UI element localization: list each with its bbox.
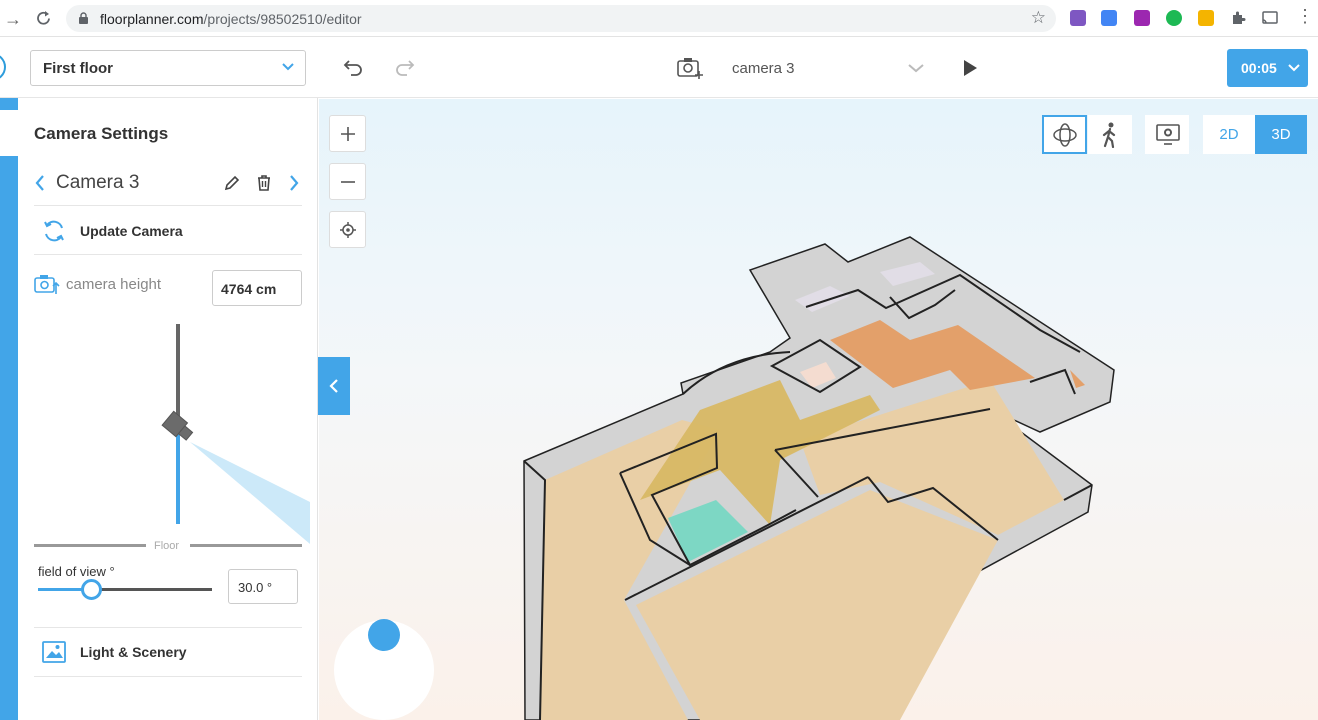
camera-height-label: camera height bbox=[66, 276, 162, 293]
camera-settings-panel: Camera Settings Camera 3 Update Camera c… bbox=[18, 98, 318, 720]
play-icon[interactable] bbox=[962, 59, 978, 77]
plus-icon bbox=[340, 126, 355, 141]
extension-icon[interactable] bbox=[1070, 10, 1086, 26]
camera-height-icon bbox=[34, 275, 60, 294]
camera-height-handle-icon[interactable] bbox=[156, 406, 200, 450]
camera-height-input[interactable]: 4764 cm bbox=[212, 270, 302, 306]
rail-active-notch bbox=[0, 110, 18, 156]
chevron-down-icon bbox=[1288, 64, 1300, 72]
zoom-out-button[interactable] bbox=[329, 163, 366, 200]
walk-mode-button[interactable] bbox=[1088, 115, 1132, 154]
floor-line bbox=[190, 544, 302, 547]
2d-mode-button[interactable]: 2D bbox=[1203, 115, 1255, 154]
bookmark-star-icon[interactable]: ☆ bbox=[1031, 8, 1046, 28]
browser-toolbar: → floorplanner.com/projects/98502510/edi… bbox=[0, 0, 1318, 37]
lock-icon bbox=[79, 12, 88, 24]
floor-select-value: First floor bbox=[43, 60, 113, 77]
zoom-in-button[interactable] bbox=[329, 115, 366, 152]
3d-mode-button[interactable]: 3D bbox=[1255, 115, 1307, 154]
update-camera-button[interactable]: Update Camera bbox=[34, 207, 302, 255]
floorplan-3d-model bbox=[523, 236, 1115, 720]
extension-icon[interactable] bbox=[1198, 10, 1214, 26]
camera-dropdown-chevron-icon[interactable] bbox=[907, 62, 925, 74]
floor-select[interactable]: First floor bbox=[30, 50, 306, 86]
translate-extension-icon[interactable] bbox=[1101, 10, 1117, 26]
app-toolbar: First floor camera 3 00:05 bbox=[0, 38, 1318, 98]
add-camera-icon[interactable] bbox=[677, 56, 703, 80]
browser-menu-icon[interactable]: ⋮ bbox=[1296, 6, 1314, 27]
center-view-button[interactable] bbox=[329, 211, 366, 248]
crosshair-icon bbox=[339, 221, 356, 238]
update-camera-label: Update Camera bbox=[80, 223, 183, 239]
address-bar[interactable]: floorplanner.com/projects/98502510/edito… bbox=[66, 5, 1056, 32]
extension-icon[interactable] bbox=[1166, 10, 1182, 26]
refresh-icon bbox=[44, 220, 64, 242]
chevron-right-icon[interactable] bbox=[288, 174, 300, 192]
collapse-panel-button[interactable] bbox=[318, 357, 350, 415]
fov-slider-handle[interactable] bbox=[81, 579, 102, 600]
floor-label: Floor bbox=[154, 540, 180, 552]
undo-icon[interactable] bbox=[342, 58, 364, 78]
image-icon bbox=[42, 641, 66, 663]
chevron-left-icon bbox=[329, 379, 338, 393]
light-scenery-button[interactable]: Light & Scenery bbox=[34, 627, 302, 677]
floor-line bbox=[34, 544, 146, 547]
redo-icon[interactable] bbox=[394, 58, 416, 78]
joystick-handle[interactable] bbox=[368, 619, 400, 651]
camera-name: Camera 3 bbox=[56, 172, 140, 193]
field-of-view-input[interactable]: 30.0 ° bbox=[228, 569, 298, 604]
forward-icon[interactable]: → bbox=[4, 9, 22, 30]
chevron-down-icon bbox=[282, 63, 294, 71]
pencil-icon[interactable] bbox=[223, 174, 241, 192]
field-of-view-label: field of view ° bbox=[38, 564, 115, 579]
camera-select[interactable]: camera 3 bbox=[732, 60, 795, 77]
presentation-button[interactable] bbox=[1145, 115, 1189, 154]
3d-viewport[interactable] bbox=[319, 99, 1318, 720]
puzzle-icon[interactable] bbox=[1230, 10, 1246, 26]
minus-icon bbox=[340, 180, 355, 183]
panel-title: Camera Settings bbox=[34, 124, 169, 143]
timer-button[interactable]: 00:05 bbox=[1227, 49, 1308, 87]
orbit-icon bbox=[1053, 123, 1077, 147]
screen-settings-icon bbox=[1156, 124, 1180, 145]
left-sidebar-rail bbox=[0, 98, 18, 720]
chevron-left-icon[interactable] bbox=[34, 174, 46, 192]
timer-value: 00:05 bbox=[1241, 60, 1277, 76]
orbit-mode-button[interactable] bbox=[1042, 115, 1087, 154]
extension-icon[interactable] bbox=[1134, 10, 1150, 26]
light-scenery-label: Light & Scenery bbox=[80, 644, 187, 660]
reload-icon[interactable] bbox=[35, 10, 52, 27]
trash-icon[interactable] bbox=[256, 174, 272, 192]
url-text: floorplanner.com/projects/98502510/edito… bbox=[100, 11, 362, 27]
walking-person-icon bbox=[1102, 122, 1116, 148]
cast-icon[interactable] bbox=[1262, 10, 1278, 26]
camera-navigator: Camera 3 bbox=[34, 168, 302, 206]
